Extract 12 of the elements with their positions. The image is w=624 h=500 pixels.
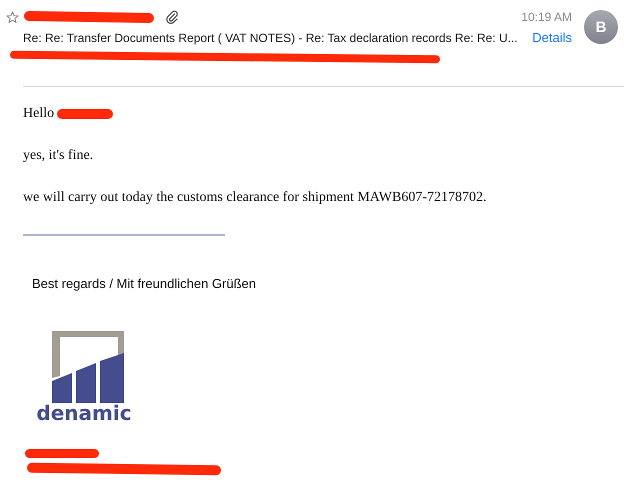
email-subject: Re: Re: Transfer Documents Report ( VAT NOTES) - Re: Tax declaration records Re: Re: U... [23, 30, 519, 44]
star-icon[interactable] [6, 10, 19, 24]
logo-text: denamic [36, 401, 132, 425]
logo-icon [52, 331, 124, 403]
body-paragraph: yes, it's fine. [23, 148, 94, 164]
time-label: 10:19 AM [521, 10, 572, 24]
greeting-text: Hello [23, 106, 54, 122]
closing-text: Best regards / Mit freundlichen Grüßen [32, 276, 257, 291]
details-link[interactable]: Details [532, 30, 572, 45]
body-paragraph: we will carry out today the customs clearance for shipment MAWB607-72178702. [23, 190, 488, 206]
redaction-mark [57, 109, 114, 119]
avatar: B [584, 10, 618, 44]
